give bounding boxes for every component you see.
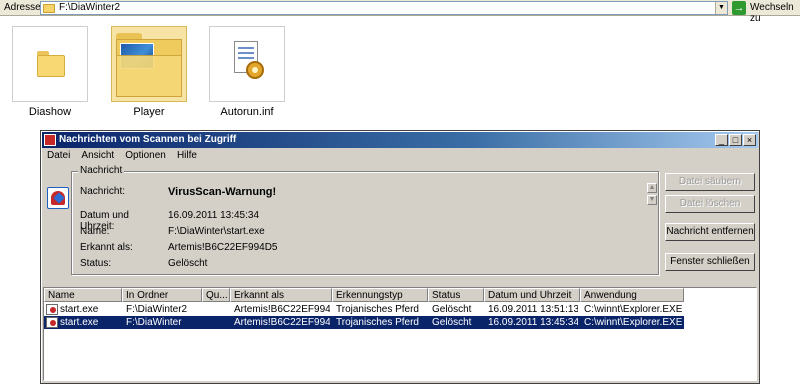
cell-detection-type: Trojanisches Pferd bbox=[336, 304, 419, 315]
virusscan-icon bbox=[44, 134, 56, 146]
folder-item-player[interactable]: Player bbox=[111, 26, 187, 118]
folder-icon bbox=[37, 51, 65, 77]
cell-folder: F:\DiaWinter bbox=[126, 317, 182, 328]
folder-item-diashow[interactable]: Diashow bbox=[12, 26, 88, 118]
threat-file-icon bbox=[46, 317, 58, 328]
close-button[interactable]: × bbox=[743, 134, 756, 146]
address-input[interactable]: F:\DiaWinter2 ▼ bbox=[40, 1, 728, 15]
scroll-up-icon[interactable]: ▲ bbox=[647, 183, 657, 193]
minimize-button[interactable]: _ bbox=[715, 134, 728, 146]
column-source[interactable]: Qu... bbox=[202, 288, 230, 302]
go-button[interactable]: → Wechseln zu bbox=[732, 1, 800, 24]
cell-name: start.exe bbox=[60, 304, 99, 315]
cell-detected-as: Artemis!B6C22EF994D5 bbox=[234, 304, 330, 315]
menu-ansicht[interactable]: Ansicht bbox=[77, 150, 118, 161]
file-item-autorun[interactable]: Autorun.inf bbox=[209, 26, 285, 118]
settings-file-icon bbox=[230, 41, 266, 85]
title-bar: Nachrichten vom Scannen bei Zugriff _ □ … bbox=[42, 132, 758, 148]
column-folder[interactable]: In Ordner bbox=[122, 288, 202, 302]
window-title: Nachrichten vom Scannen bei Zugriff bbox=[59, 134, 237, 145]
column-application[interactable]: Anwendung bbox=[580, 288, 684, 302]
cell-application: C:\winnt\Explorer.EXE bbox=[584, 317, 683, 328]
menu-bar: Datei Ansicht Optionen Hilfe bbox=[43, 149, 201, 163]
column-status[interactable]: Status bbox=[428, 288, 484, 302]
virus-alert-icon bbox=[47, 187, 69, 209]
go-arrow-icon: → bbox=[732, 1, 746, 15]
folder-thumbnail bbox=[111, 26, 187, 102]
remove-message-button[interactable]: Nachricht entfernen bbox=[665, 223, 755, 241]
table-row[interactable]: start.exe F:\DiaWinter Artemis!B6C22EF99… bbox=[44, 316, 684, 329]
cell-datetime: 16.09.2011 13:51:13 bbox=[488, 304, 578, 315]
maximize-button[interactable]: □ bbox=[729, 134, 742, 146]
cell-application: C:\winnt\Explorer.EXE bbox=[584, 304, 683, 315]
cell-status: Gelöscht bbox=[432, 317, 472, 328]
clean-file-button[interactable]: Datei säubern bbox=[665, 173, 755, 191]
datetime-value: 16.09.2011 13:45:34 bbox=[168, 210, 260, 221]
detected-value: Artemis!B6C22EF994D5 bbox=[168, 242, 278, 253]
cell-datetime: 16.09.2011 13:45:34 bbox=[488, 317, 578, 328]
cell-name: start.exe bbox=[60, 317, 99, 328]
column-datetime[interactable]: Datum und Uhrzeit bbox=[484, 288, 580, 302]
detected-label: Erkannt als: bbox=[80, 242, 133, 253]
cell-detected-as: Artemis!B6C22EF994D5 bbox=[234, 317, 330, 328]
menu-hilfe[interactable]: Hilfe bbox=[173, 150, 201, 161]
column-detected-as[interactable]: Erkannt als bbox=[230, 288, 332, 302]
address-path: F:\DiaWinter2 bbox=[59, 2, 121, 13]
folder-thumbnail bbox=[12, 26, 88, 102]
go-label: Wechseln zu bbox=[750, 2, 794, 24]
menu-datei[interactable]: Datei bbox=[43, 150, 74, 161]
status-label: Status: bbox=[80, 258, 112, 269]
message-groupbox: Nachricht Nachricht: VirusScan-Warnung! … bbox=[71, 165, 659, 275]
detections-list[interactable]: Name In Ordner Qu... Erkannt als Erkennu… bbox=[43, 287, 757, 381]
scroll-down-icon[interactable]: ▼ bbox=[647, 195, 657, 205]
file-thumbnail bbox=[209, 26, 285, 102]
folder-item-label: Player bbox=[133, 106, 165, 118]
name-value: F:\DiaWinter\start.exe bbox=[168, 226, 265, 237]
column-name[interactable]: Name bbox=[44, 288, 122, 302]
groupbox-title: Nachricht bbox=[78, 165, 125, 176]
list-header: Name In Ordner Qu... Erkannt als Erkennu… bbox=[44, 288, 756, 302]
folder-item-label: Diashow bbox=[28, 106, 72, 118]
threat-file-icon bbox=[46, 304, 58, 315]
column-detection-type[interactable]: Erkennungstyp bbox=[332, 288, 428, 302]
menu-optionen[interactable]: Optionen bbox=[121, 150, 170, 161]
chevron-down-icon[interactable]: ▼ bbox=[715, 2, 727, 14]
folder-icon bbox=[116, 33, 182, 97]
delete-file-button[interactable]: Datei löschen bbox=[665, 195, 755, 213]
message-value: VirusScan-Warnung! bbox=[168, 186, 277, 198]
close-window-button[interactable]: Fenster schließen bbox=[665, 253, 755, 271]
cell-detection-type: Trojanisches Pferd bbox=[336, 317, 419, 328]
cell-status: Gelöscht bbox=[432, 304, 472, 315]
message-label: Nachricht: bbox=[80, 186, 126, 197]
cell-folder: F:\DiaWinter2 bbox=[126, 304, 188, 315]
address-label: Adresse bbox=[4, 2, 41, 13]
status-value: Gelöscht bbox=[168, 258, 208, 269]
name-label: Name: bbox=[80, 226, 110, 237]
file-item-label: Autorun.inf bbox=[220, 106, 274, 118]
table-row[interactable]: start.exe F:\DiaWinter2 Artemis!B6C22EF9… bbox=[44, 303, 684, 316]
folder-icon bbox=[43, 4, 55, 13]
scan-messages-window: Nachrichten vom Scannen bei Zugriff _ □ … bbox=[40, 130, 760, 384]
address-bar: Adresse F:\DiaWinter2 ▼ → Wechseln zu bbox=[0, 0, 800, 24]
